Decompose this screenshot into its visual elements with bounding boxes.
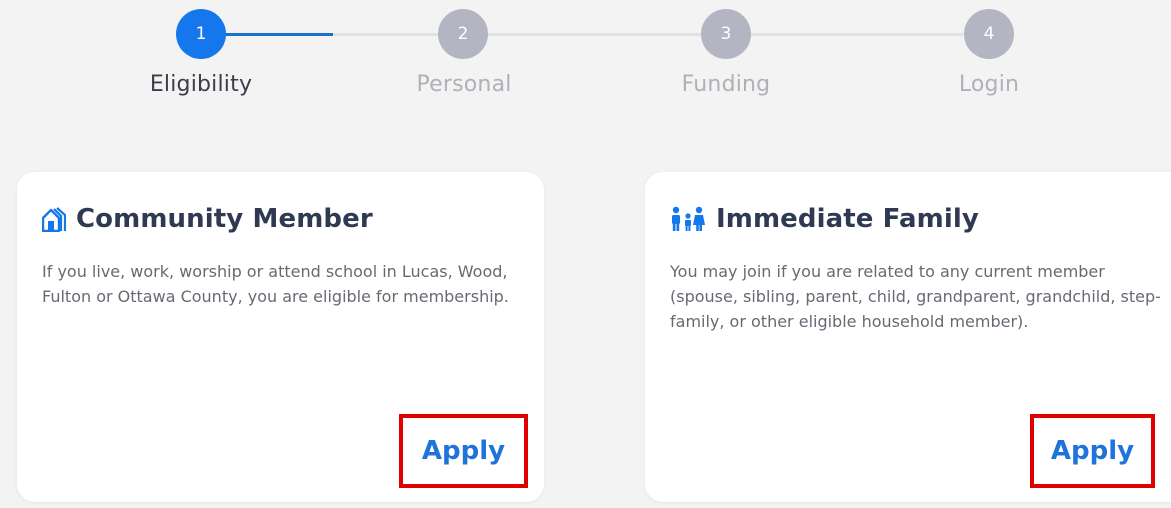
immediate-family-card: Immediate Family You may join if you are… xyxy=(645,172,1171,502)
step-1-number: 1 xyxy=(195,24,207,44)
apply-highlight-frame: Apply xyxy=(1030,414,1155,488)
step-3-number: 3 xyxy=(720,24,732,44)
card-header: Immediate Family xyxy=(670,204,979,234)
apply-button-community[interactable]: Apply xyxy=(403,418,524,484)
card-title: Community Member xyxy=(76,204,373,234)
step-2-circle[interactable]: 2 xyxy=(438,9,488,59)
step-4-circle[interactable]: 4 xyxy=(964,9,1014,59)
community-member-card: Community Member If you live, work, wors… xyxy=(17,172,544,502)
family-icon xyxy=(670,206,706,232)
card-description: You may join if you are related to any c… xyxy=(670,262,1161,331)
step-connector xyxy=(333,33,963,36)
progress-stepper: 1 2 3 4 Eligibility Personal Funding Log… xyxy=(0,0,1171,120)
card-title: Immediate Family xyxy=(716,204,979,234)
step-connector-active xyxy=(225,33,333,36)
step-2-number: 2 xyxy=(457,24,469,44)
step-4-number: 4 xyxy=(983,24,995,44)
apply-button-family[interactable]: Apply xyxy=(1034,418,1151,484)
step-3-circle[interactable]: 3 xyxy=(701,9,751,59)
building-icon xyxy=(41,206,67,233)
step-1-label: Eligibility xyxy=(149,72,253,97)
step-2-label: Personal xyxy=(416,72,512,97)
apply-highlight-frame: Apply xyxy=(399,414,528,488)
card-header: Community Member xyxy=(41,204,373,234)
step-3-label: Funding xyxy=(681,72,771,97)
card-description: If you live, work, worship or attend sch… xyxy=(42,262,509,306)
step-4-label: Login xyxy=(958,72,1020,97)
step-1-circle[interactable]: 1 xyxy=(176,9,226,59)
